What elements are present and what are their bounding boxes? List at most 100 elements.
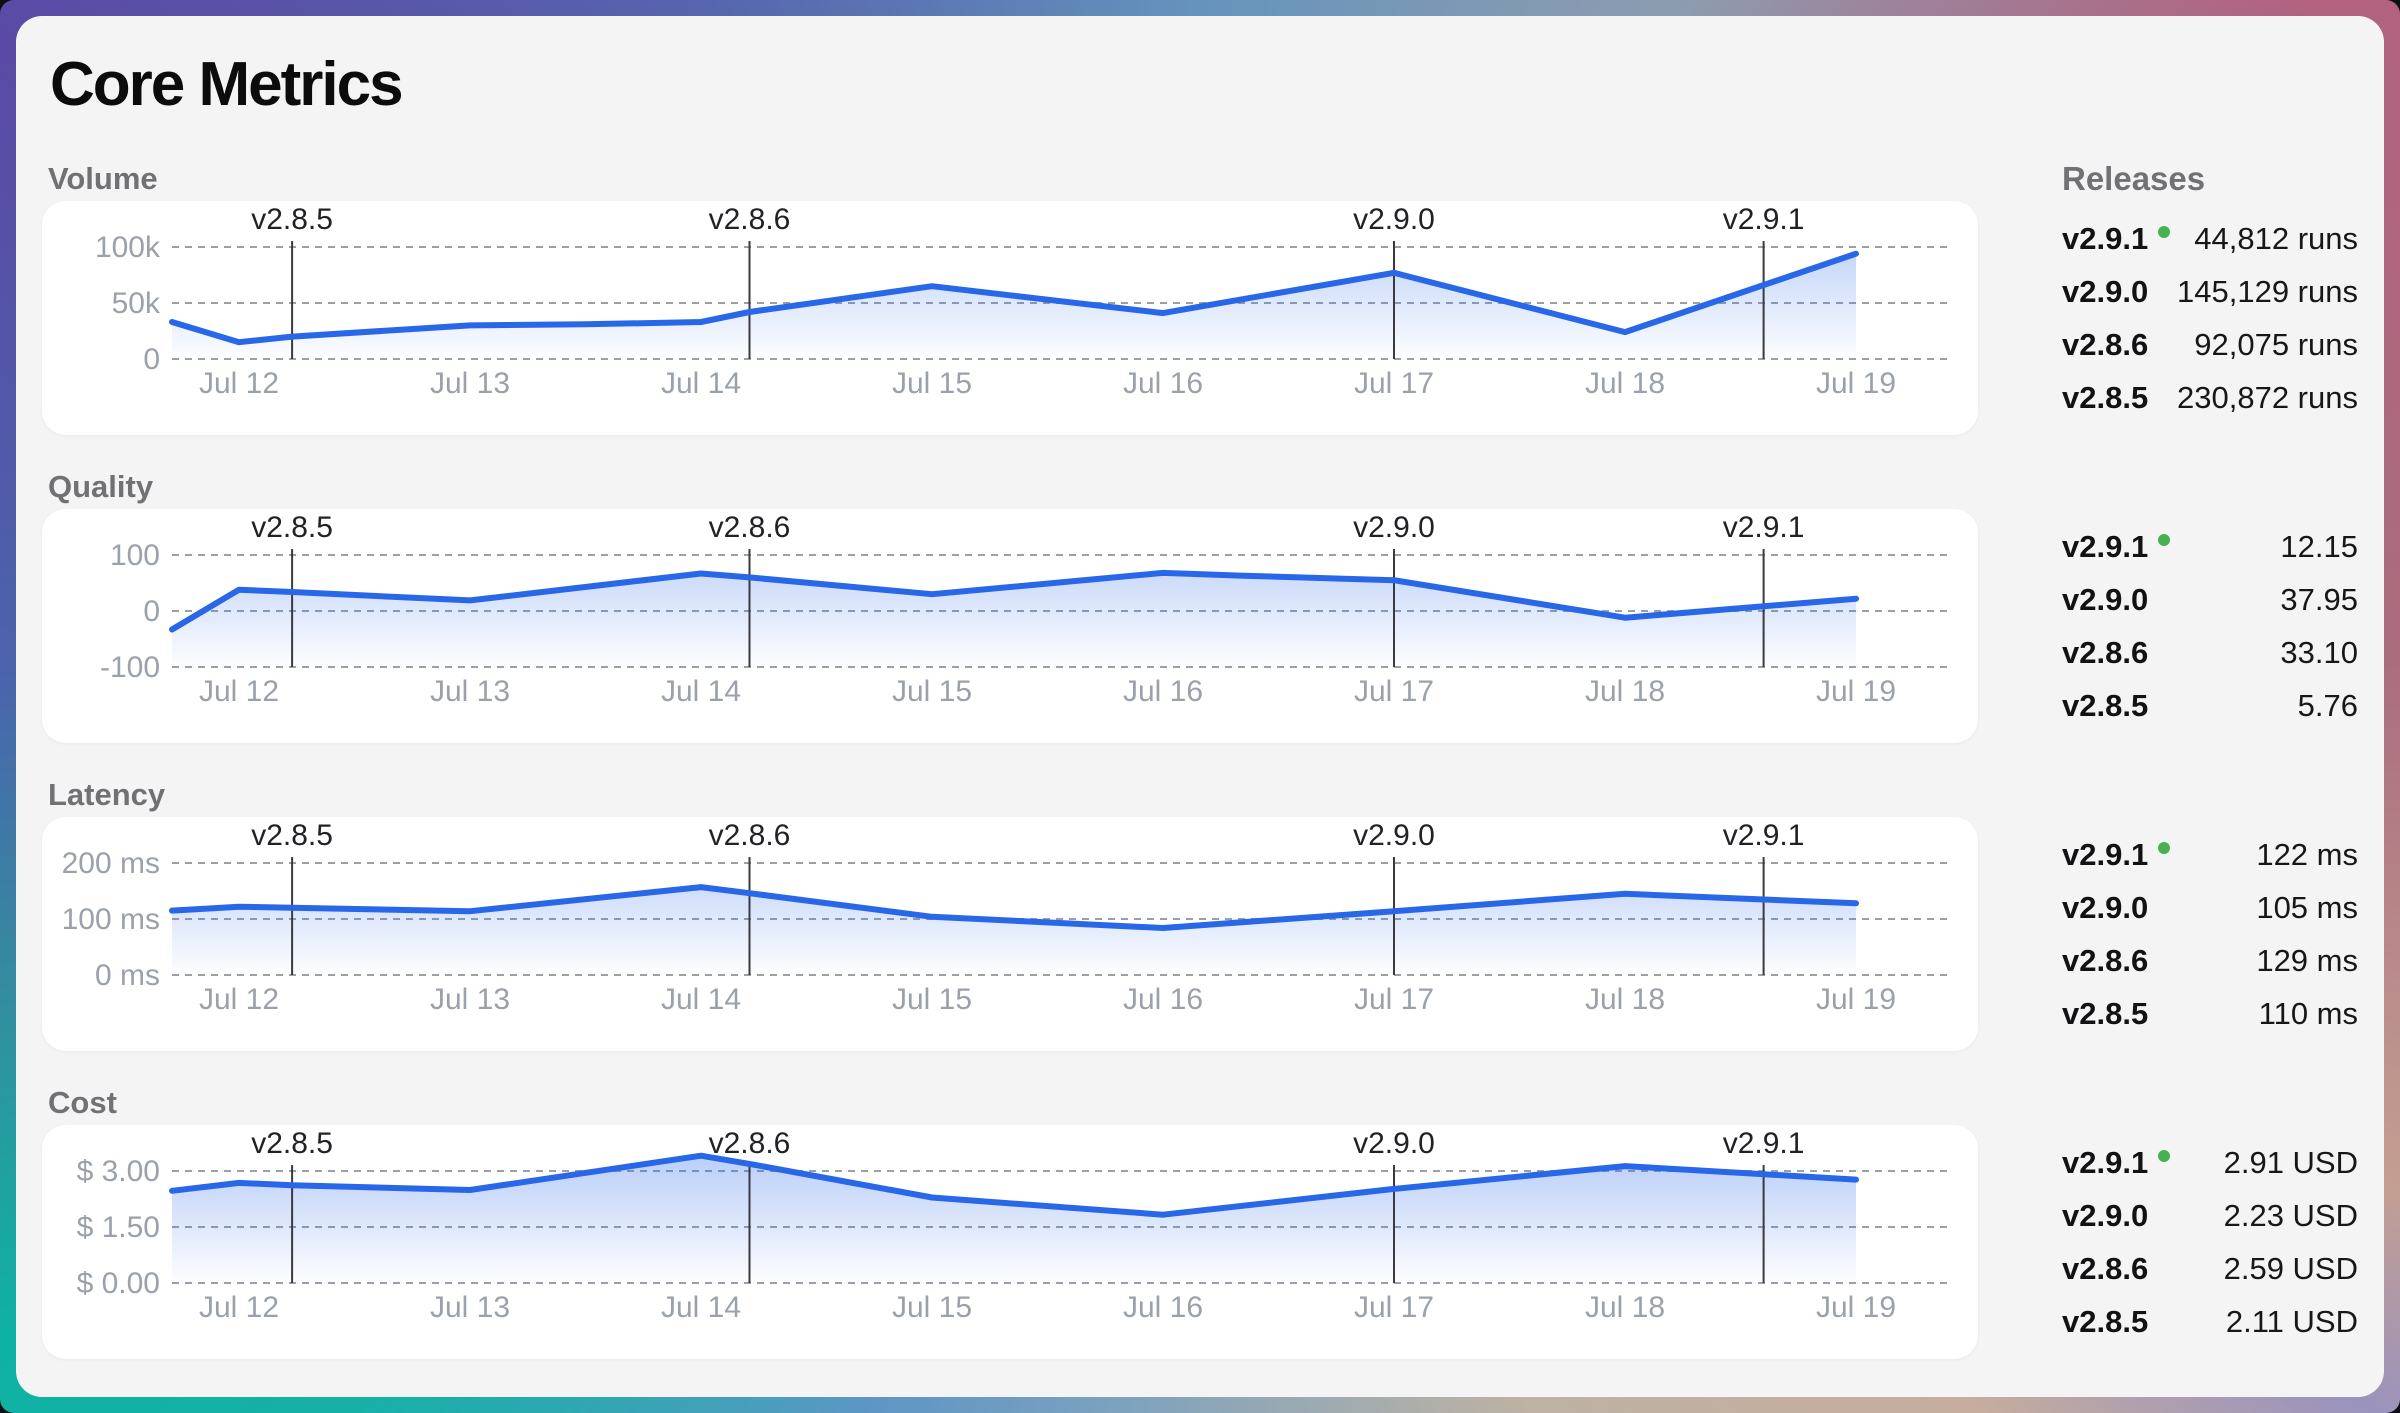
chart-card: $ 3.00 $ 1.50 $ 0.00 Jul 12 Jul 13 Jul 14 Jul …	[42, 1125, 1978, 1359]
release-group-spacer	[2062, 1081, 2358, 1125]
x-axis-label: Jul 19	[1816, 983, 1896, 1016]
release-marker-label: v2.8.5	[251, 511, 333, 544]
release-group-spacer	[2062, 465, 2358, 509]
x-axis-label: Jul 12	[199, 983, 279, 1016]
x-axis-label: Jul 17	[1354, 367, 1434, 400]
releases-header: Releases	[2062, 157, 2358, 201]
release-version-label: v2.9.0	[2062, 1198, 2148, 1234]
page-title: Core Metrics	[50, 52, 2358, 117]
release-metric-value: 92,075 runs	[2194, 327, 2358, 363]
current-release-dot	[2158, 842, 2170, 854]
release-metric-value: 2.11 USD	[2226, 1304, 2358, 1340]
chart-section: Latency 200 ms100 ms0 msJul 12Jul 13Jul …	[42, 773, 1978, 1051]
release-version-label: v2.8.6	[2062, 943, 2148, 979]
x-axis-label: Jul 18	[1585, 367, 1665, 400]
x-axis-label: Jul 14	[661, 983, 741, 1016]
current-release-dot	[2158, 226, 2170, 238]
x-axis-label: Jul 14	[661, 675, 741, 708]
release-version-label: v2.8.6	[2062, 327, 2148, 363]
release-row: v2.8.5 2.11 USD	[2062, 1295, 2358, 1348]
release-row: v2.8.6 129 ms	[2062, 934, 2358, 987]
release-marker-label: v2.9.0	[1353, 511, 1435, 544]
release-marker-label: v2.8.6	[709, 1127, 791, 1160]
release-version-label: v2.9.1	[2062, 837, 2148, 873]
release-metric-value: 122 ms	[2256, 837, 2358, 873]
release-version-label: v2.9.0	[2062, 890, 2148, 926]
release-metric-value: 145,129 runs	[2177, 274, 2358, 310]
dashboard-content: Volume 100k50k0Jul 12Jul 13Jul 14Jul 15J…	[42, 157, 2358, 1389]
chart-cost: $ 3.00 $ 1.50 $ 0.00 Jul 12 Jul 13 Jul 14 Jul …	[42, 1125, 1978, 1359]
release-groups: v2.9.1 44,812 runs v2.9.0 145,129 runs v…	[2062, 201, 2358, 1359]
release-row: v2.9.1 44,812 runs	[2062, 212, 2358, 265]
x-axis-label: Jul 19	[1816, 367, 1896, 400]
y-axis-label: $ 3.00	[77, 1155, 160, 1188]
release-version-label: v2.9.0	[2062, 274, 2148, 310]
release-group: v2.9.1 44,812 runs v2.9.0 145,129 runs v…	[2062, 201, 2358, 435]
x-axis-label: Jul 12	[199, 1291, 279, 1324]
release-marker-label: v2.9.1	[1723, 819, 1805, 852]
release-row: v2.9.0 145,129 runs	[2062, 265, 2358, 318]
release-marker-label: v2.9.1	[1723, 511, 1805, 544]
release-version-label: v2.9.0	[2062, 582, 2148, 618]
release-row: v2.9.0 2.23 USD	[2062, 1189, 2358, 1242]
x-axis-label: Jul 16	[1123, 1291, 1203, 1324]
release-marker-label: v2.8.6	[709, 203, 791, 236]
area-fill	[172, 254, 1856, 359]
release-version-label: v2.9.1	[2062, 529, 2148, 565]
y-axis-label: 0	[143, 595, 160, 628]
release-group-spacer	[2062, 773, 2358, 817]
release-metric-value: 33.10	[2280, 635, 2358, 671]
releases-panel: Releases v2.9.1 44,812 runs v2.9.0 145,1…	[1978, 157, 2358, 1389]
charts-column: Volume 100k50k0Jul 12Jul 13Jul 14Jul 15J…	[42, 157, 1978, 1389]
release-metric-value: 129 ms	[2256, 943, 2358, 979]
y-axis-label: 50k	[112, 287, 161, 320]
dashboard-panel: Core Metrics Volume 100k50k0Jul 12Jul 13…	[16, 16, 2384, 1397]
y-axis-label: 100 ms	[62, 903, 160, 936]
chart-quality: 1000-100Jul 12Jul 13Jul 14Jul 15Jul 16Ju…	[42, 509, 1978, 743]
current-release-dot	[2158, 534, 2170, 546]
chart-card: 1000-100Jul 12Jul 13Jul 14Jul 15Jul 16Ju…	[42, 509, 1978, 743]
x-axis-label: Jul 18	[1585, 1291, 1665, 1324]
y-axis-label: 0 ms	[95, 959, 160, 992]
release-row: v2.9.1 122 ms	[2062, 828, 2358, 881]
x-axis-label: Jul 17	[1354, 675, 1434, 708]
release-metric-value: 230,872 runs	[2177, 380, 2358, 416]
y-axis-label: -100	[100, 651, 160, 684]
y-axis-label: $ 0.00	[77, 1267, 160, 1300]
x-axis-label: Jul 14	[661, 1291, 741, 1324]
release-row: v2.9.0 37.95	[2062, 573, 2358, 626]
chart-latency: 200 ms100 ms0 msJul 12Jul 13Jul 14Jul 15…	[42, 817, 1978, 1051]
release-row: v2.9.1 12.15	[2062, 520, 2358, 573]
chart-card: 200 ms100 ms0 msJul 12Jul 13Jul 14Jul 15…	[42, 817, 1978, 1051]
release-group: v2.9.1 122 ms v2.9.0 105 ms v2.8.6 129 m…	[2062, 817, 2358, 1051]
release-marker-label: v2.8.5	[251, 1127, 333, 1160]
release-group: v2.9.1 12.15 v2.9.0 37.95 v2.8.6 33.10 v…	[2062, 509, 2358, 743]
y-axis-label: $ 1.50	[77, 1211, 160, 1244]
x-axis-label: Jul 17	[1354, 983, 1434, 1016]
x-axis-label: Jul 12	[199, 367, 279, 400]
chart-card: 100k50k0Jul 12Jul 13Jul 14Jul 15Jul 16Ju…	[42, 201, 1978, 435]
release-row: v2.8.6 92,075 runs	[2062, 318, 2358, 371]
release-metric-value: 44,812 runs	[2194, 221, 2358, 257]
release-marker-label: v2.8.5	[251, 203, 333, 236]
release-row: v2.8.5 230,872 runs	[2062, 371, 2358, 424]
release-metric-value: 2.23 USD	[2224, 1198, 2358, 1234]
x-axis-label: Jul 13	[430, 1291, 510, 1324]
chart-section: Volume 100k50k0Jul 12Jul 13Jul 14Jul 15J…	[42, 157, 1978, 435]
section-title: Quality	[42, 465, 1978, 509]
release-version-label: v2.8.6	[2062, 635, 2148, 671]
release-marker-label: v2.9.0	[1353, 1127, 1435, 1160]
x-axis-label: Jul 16	[1123, 367, 1203, 400]
x-axis-label: Jul 18	[1585, 675, 1665, 708]
x-axis-label: Jul 13	[430, 675, 510, 708]
release-metric-value: 2.59 USD	[2224, 1251, 2358, 1287]
release-version-label: v2.8.6	[2062, 1251, 2148, 1287]
y-axis-label: 200 ms	[62, 847, 160, 880]
x-axis-label: Jul 13	[430, 983, 510, 1016]
release-row: v2.9.0 105 ms	[2062, 881, 2358, 934]
gradient-frame: Core Metrics Volume 100k50k0Jul 12Jul 13…	[0, 0, 2400, 1413]
x-axis-label: Jul 19	[1816, 1291, 1896, 1324]
release-marker-label: v2.9.0	[1353, 819, 1435, 852]
release-version-label: v2.9.1	[2062, 221, 2148, 257]
release-version-label: v2.8.5	[2062, 1304, 2148, 1340]
